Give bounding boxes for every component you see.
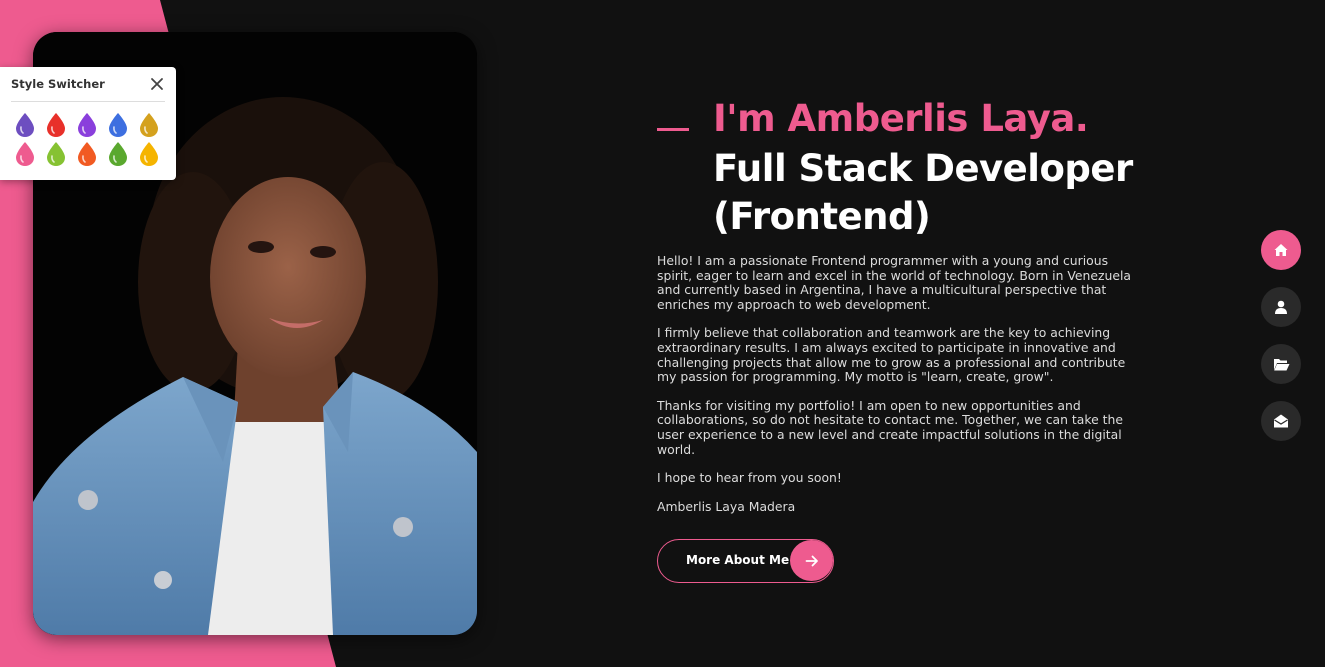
close-icon[interactable] <box>149 76 165 92</box>
arrow-right-icon <box>790 540 833 581</box>
envelope-open-icon <box>1274 414 1288 428</box>
folder-open-icon <box>1273 358 1289 370</box>
user-icon <box>1275 300 1287 314</box>
bio-paragraph: I firmly believe that collaboration and … <box>657 325 1126 385</box>
color-swatch-grid <box>11 112 165 167</box>
style-switcher-panel: Style Switcher <box>0 67 176 180</box>
style-switcher-title: Style Switcher <box>11 77 105 91</box>
color-drop-icon[interactable] <box>44 112 68 138</box>
home-icon <box>1274 244 1288 256</box>
nav-contact-button[interactable] <box>1261 401 1301 441</box>
color-drop-icon[interactable] <box>106 141 130 167</box>
bio-paragraph: Thanks for visiting my portfolio! I am o… <box>657 397 1123 457</box>
more-about-me-button[interactable]: More About Me <box>657 539 834 583</box>
bio-paragraph: Hello! I am a passionate Frontend progra… <box>657 253 1132 312</box>
bio-paragraph: I hope to hear from you soon! <box>657 470 842 486</box>
hero-role: Full Stack Developer (Frontend) <box>713 147 1133 238</box>
color-drop-icon[interactable] <box>137 141 161 167</box>
style-switcher-header: Style Switcher <box>11 67 165 102</box>
side-navigation <box>1261 230 1301 458</box>
more-about-me-label: More About Me <box>686 553 790 567</box>
color-drop-icon[interactable] <box>44 141 68 167</box>
signature: Amberlis Laya Madera <box>657 498 796 514</box>
nav-home-button[interactable] <box>1261 230 1301 270</box>
nav-portfolio-button[interactable] <box>1261 344 1301 384</box>
title-dash <box>657 128 689 131</box>
color-drop-icon[interactable] <box>75 141 99 167</box>
nav-about-button[interactable] <box>1261 287 1301 327</box>
color-drop-icon[interactable] <box>75 112 99 138</box>
color-drop-icon[interactable] <box>13 112 37 138</box>
bio-text: Hello! I am a passionate Frontend progra… <box>657 253 1142 528</box>
color-drop-icon[interactable] <box>106 112 130 138</box>
color-drop-icon[interactable] <box>13 141 37 167</box>
hero-name: I'm Amberlis Laya. <box>713 97 1089 140</box>
color-drop-icon[interactable] <box>137 112 161 138</box>
